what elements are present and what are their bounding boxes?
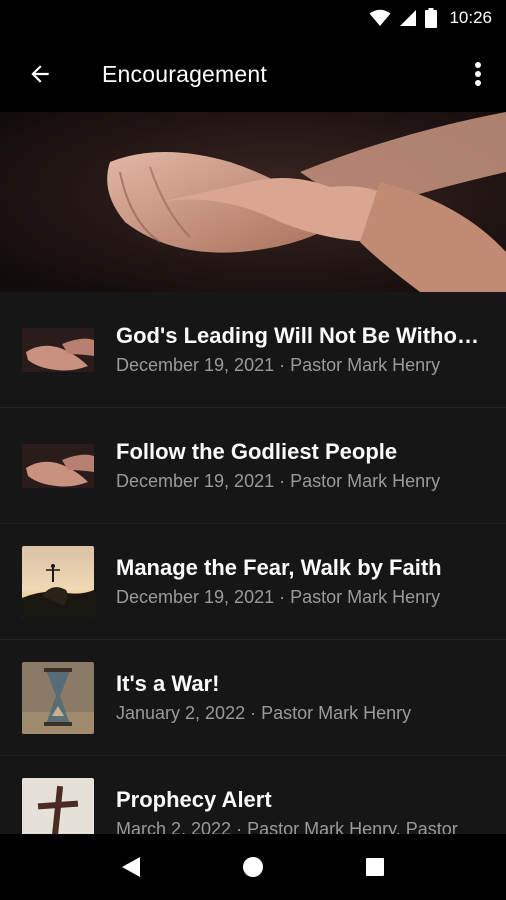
list-item[interactable]: It's a War! January 2, 2022 · Pastor Mar… [0,640,506,756]
wifi-icon [369,9,391,27]
item-thumbnail [22,777,94,834]
system-nav-bar [0,834,506,900]
item-title: It's a War! [116,670,220,696]
battery-icon [425,8,438,28]
item-title: Follow the Godliest People [116,438,398,464]
back-button[interactable] [0,36,80,112]
item-thumbnail [22,313,94,386]
item-thumbnail [22,545,94,618]
signal-icon [399,9,417,27]
item-title: God's Leading Will Not Be Without Strugg… [116,322,482,348]
arrow-back-icon [31,65,49,83]
praying-hands-photo [0,112,506,292]
hourglass-photo [22,661,94,734]
nav-home-icon [243,857,263,877]
status-bar: 10:26 [0,0,506,36]
item-thumbnail [22,429,94,502]
item-title: Manage the Fear, Walk by Faith [116,554,442,580]
item-subtitle: January 2, 2022 · Pastor Mark Henry [116,702,412,723]
nav-back-icon [122,857,140,877]
item-thumbnail [22,661,94,734]
cross-photo [22,777,94,834]
item-subtitle: December 19, 2021 · Pastor Mark Henry [116,586,441,607]
item-subtitle: March 2, 2022 · Pastor Mark Henry, Pasto… [116,818,458,835]
item-subtitle: December 19, 2021 · Pastor Mark Henry [116,354,441,375]
nav-home-button[interactable] [229,843,277,891]
sunset-cliff-photo [22,545,94,618]
more-options-button[interactable] [450,36,506,112]
hero-image [0,112,506,292]
praying-hands-photo [22,313,94,386]
list-item[interactable]: Prophecy Alert March 2, 2022 · Pastor Ma… [0,756,506,834]
app-bar: Encouragement [0,36,506,112]
nav-back-button[interactable] [107,843,155,891]
nav-recents-button[interactable] [351,843,399,891]
status-time: 10:26 [449,8,492,27]
list-item[interactable]: Manage the Fear, Walk by Faith December … [0,524,506,640]
item-title: Prophecy Alert [116,786,272,812]
nav-recents-icon [366,858,384,876]
item-subtitle: December 19, 2021 · Pastor Mark Henry [116,470,441,491]
more-vert-icon [475,62,481,86]
praying-hands-photo [22,429,94,502]
sermon-list: God's Leading Will Not Be Without Strugg… [0,292,506,834]
list-item[interactable]: Follow the Godliest People December 19, … [0,408,506,524]
page-title: Encouragement [102,60,267,87]
list-item[interactable]: God's Leading Will Not Be Without Strugg… [0,292,506,408]
